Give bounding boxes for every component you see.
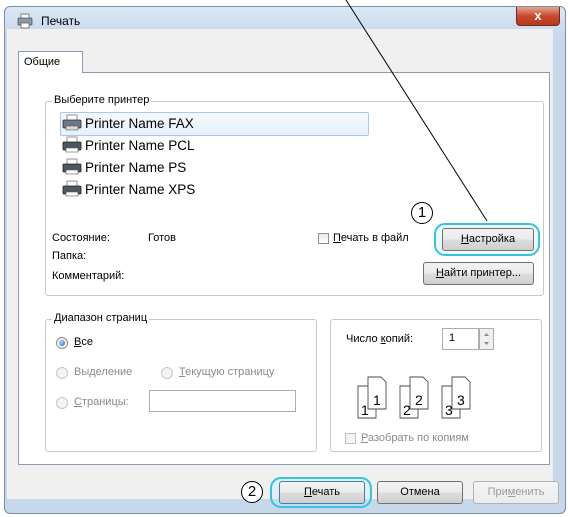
callout-marker-1: 1 xyxy=(411,202,433,224)
tab-general-label: Общие xyxy=(24,56,61,68)
callout-marker-2: 2 xyxy=(241,481,263,503)
callout-pointer-line xyxy=(345,0,488,222)
tab-general[interactable]: Общие xyxy=(18,51,83,73)
